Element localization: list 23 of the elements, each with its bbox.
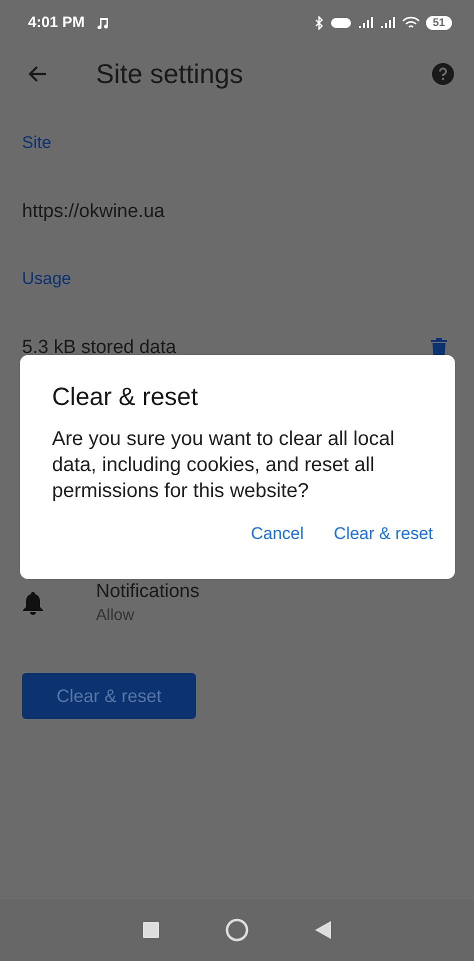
page-title: Site settings: [96, 58, 244, 90]
dialog-title: Clear & reset: [52, 383, 199, 412]
signal-icon: [358, 16, 374, 28]
permission-value: Allow: [96, 607, 136, 625]
home-icon[interactable]: [225, 918, 249, 942]
permission-title: Notifications: [96, 581, 200, 603]
dialog-button[interactable]: Cancel: [242, 518, 312, 550]
status-time: 4:01 PM: [28, 14, 85, 31]
clear-reset-button[interactable]: Clear & reset: [22, 673, 196, 719]
help-icon[interactable]: [432, 63, 454, 85]
section-header: Site: [22, 133, 52, 153]
bell-icon: [22, 591, 44, 615]
dialog-button[interactable]: Clear & reset: [326, 518, 441, 550]
battery-indicator: 51: [426, 16, 452, 30]
section-text: 5.3 kB stored data: [22, 337, 176, 359]
music-note-icon: [96, 16, 109, 29]
wifi-icon: [402, 16, 420, 30]
bluetooth-icon: [314, 16, 324, 30]
section-text: https://okwine.ua: [22, 201, 165, 223]
signal-icon: [380, 16, 396, 28]
section-header: Usage: [22, 269, 72, 289]
dialog-message: Are you sure you want to clear all local data, including cookies, and reset all permissions for this website?: [52, 427, 396, 504]
back-icon[interactable]: [315, 921, 331, 939]
